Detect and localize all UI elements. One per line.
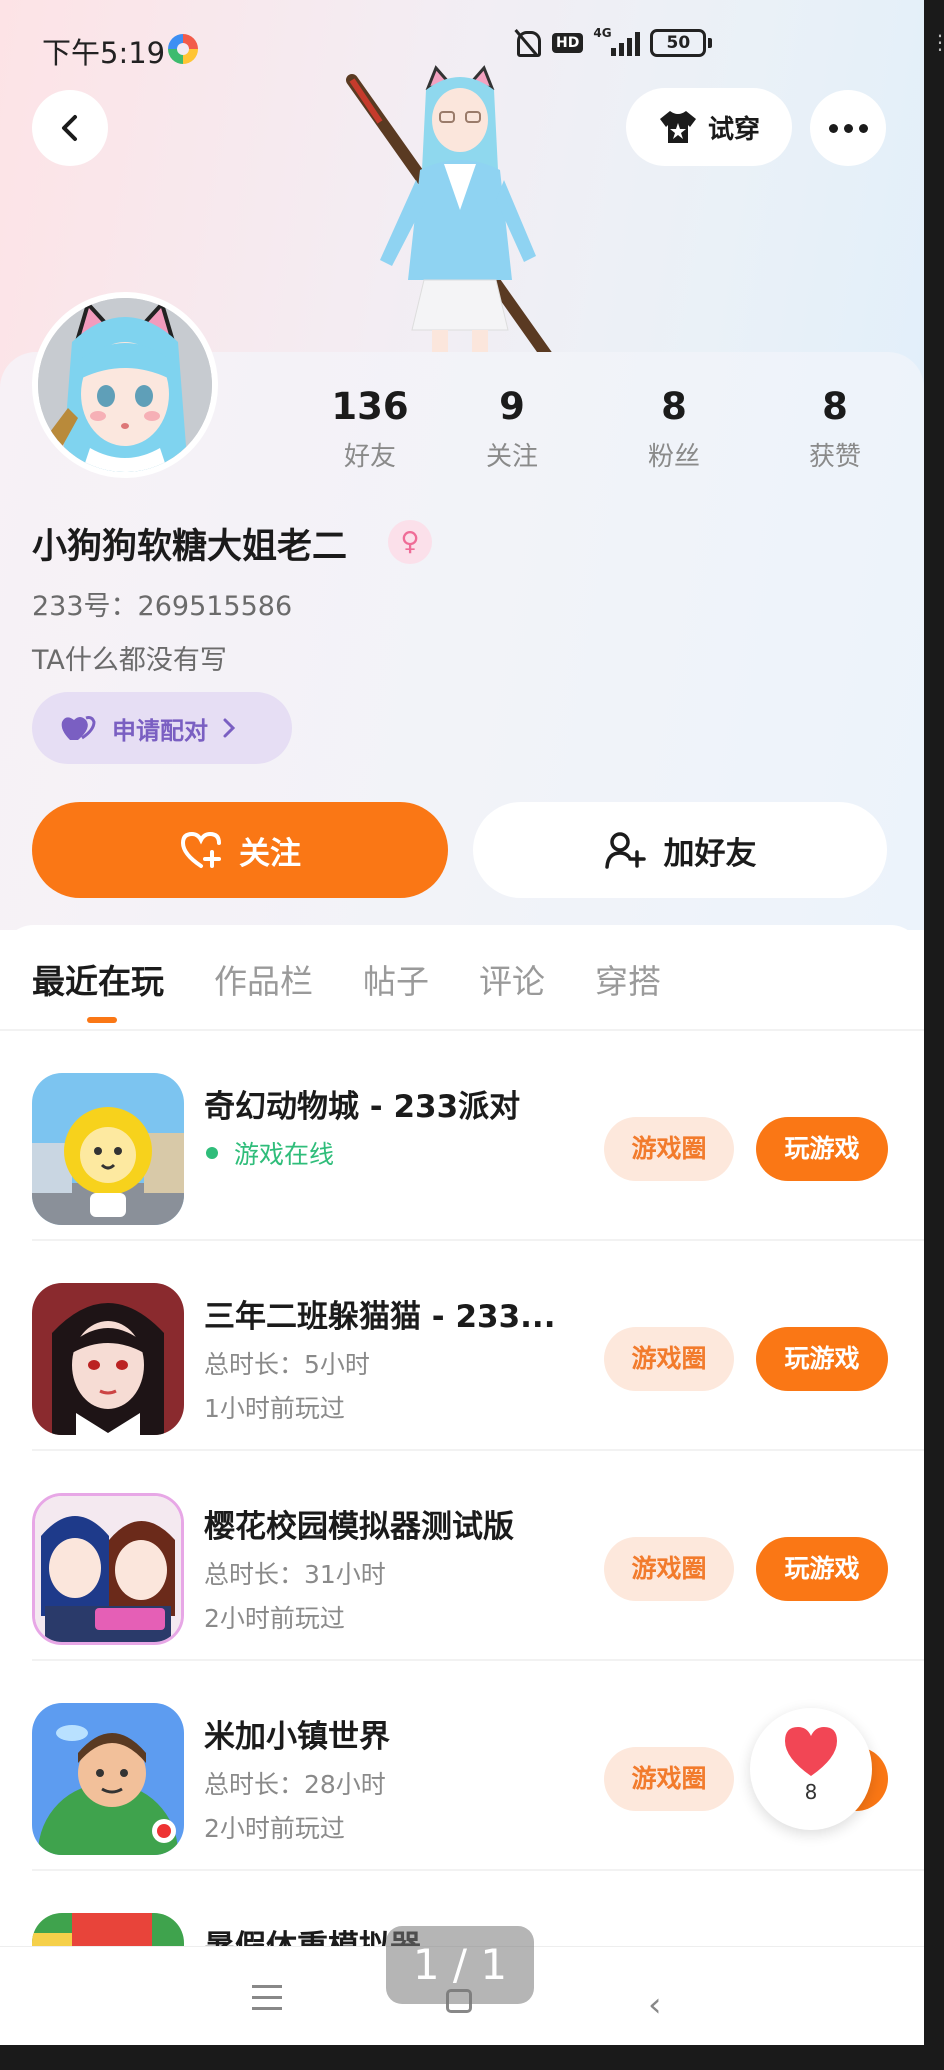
game-icon-miga-town [32, 1703, 184, 1855]
chevron-right-icon [223, 718, 236, 738]
signal-icon: 4G [593, 26, 641, 56]
play-game-button[interactable]: 玩游戏 [756, 1327, 888, 1391]
game-last-played: 2小时前玩过 [204, 1814, 345, 1843]
more-options-button[interactable] [810, 90, 886, 166]
stat-friends[interactable]: 136 好友 [310, 385, 430, 473]
game-title: 奇幻动物城 - 233派对 [204, 1089, 521, 1125]
game-icon-fantasy-zoo [32, 1073, 184, 1225]
game-online-status: 游戏在线 [204, 1135, 334, 1171]
stat-fans-label: 粉丝 [647, 442, 700, 472]
avatar[interactable] [32, 292, 218, 478]
game-title: 三年二班躲猫猫 - 233... [204, 1299, 556, 1335]
avatar-3d-character [346, 65, 556, 360]
add-user-icon [604, 832, 646, 869]
nickname: 小狗狗软糖大姐老二 [32, 527, 348, 567]
content-panel: 最近在玩 作品栏 帖子 评论 穿搭 奇幻动物城 - 233派对 游戏在线 游戏圈… [0, 925, 924, 2045]
bio: TA什么都没有写 [32, 645, 227, 676]
follow-label: 关注 [239, 835, 301, 872]
stat-likes-value: 8 [822, 385, 848, 428]
heart-plus-icon [180, 831, 221, 868]
app-screen: 下午5:19 HD 4G 50 试穿 136 好友 9 关注 8 粉丝 8 获赞… [0, 0, 924, 2045]
floating-like-button[interactable]: 8 [750, 1708, 872, 1830]
hd-icon: HD [552, 33, 584, 53]
stat-following-label: 关注 [485, 442, 538, 472]
stat-friends-value: 136 [331, 385, 409, 428]
mute-bell-icon [512, 28, 542, 58]
status-time: 下午5:19 [42, 36, 166, 70]
profile-tabs: 最近在玩 作品栏 帖子 评论 穿搭 [32, 955, 661, 1023]
heart-icon [785, 1727, 837, 1776]
tab-works[interactable]: 作品栏 [214, 955, 313, 1003]
game-circle-button[interactable]: 游戏圈 [604, 1117, 734, 1181]
game-total-duration: 总时长：5小时 [204, 1350, 370, 1379]
game-total-duration: 总时长：28小时 [204, 1770, 386, 1799]
game-online-label: 游戏在线 [234, 1140, 335, 1169]
game-total-duration: 总时长：31小时 [204, 1560, 386, 1589]
female-gender-icon: ♀ [388, 520, 432, 564]
game-icon-hide-and-seek [32, 1283, 184, 1435]
game-icon-sakura-school [32, 1493, 184, 1645]
game-circle-button[interactable]: 游戏圈 [604, 1747, 734, 1811]
tab-comments[interactable]: 评论 [479, 955, 545, 1003]
avatar-image [38, 298, 212, 472]
game-title: 米加小镇世界 [204, 1719, 390, 1755]
user-id: 233号：269515586 [32, 591, 293, 622]
network-type: 4G [593, 26, 612, 40]
back-nav-icon[interactable]: ‹ [648, 1985, 662, 2025]
page-indicator: 1 / 1 [386, 1926, 534, 2004]
edge-dots: ⋮ [930, 30, 944, 54]
tshirt-icon [659, 111, 696, 143]
tab-outfits[interactable]: 穿搭 [595, 955, 661, 1003]
screen-edge [924, 0, 944, 2070]
request-pair-label: 申请配对 [112, 716, 208, 745]
double-heart-icon [61, 716, 96, 740]
battery-icon: 50 [650, 29, 713, 57]
game-row[interactable]: 三年二班躲猫猫 - 233... 总时长：5小时 1小时前玩过 游戏圈 玩游戏 [0, 1241, 924, 1451]
game-last-played: 1小时前玩过 [204, 1394, 345, 1423]
add-friend-label: 加好友 [663, 835, 757, 872]
play-game-button[interactable]: 玩游戏 [756, 1537, 888, 1601]
more-dots-icon [828, 123, 868, 133]
game-circle-button[interactable]: 游戏圈 [604, 1537, 734, 1601]
chevron-left-icon [62, 115, 77, 141]
game-row[interactable]: 奇幻动物城 - 233派对 游戏在线 游戏圈 玩游戏 [0, 1031, 924, 1241]
try-on-button[interactable]: 试穿 [626, 88, 792, 166]
request-pair-button[interactable]: 申请配对 [32, 692, 292, 764]
play-game-button[interactable]: 玩游戏 [756, 1117, 888, 1181]
stat-fans-value: 8 [661, 385, 687, 428]
stat-likes[interactable]: 8 获赞 [775, 385, 895, 473]
status-icons: HD 4G 50 [512, 26, 713, 58]
game-circle-button[interactable]: 游戏圈 [604, 1327, 734, 1391]
recent-apps-icon[interactable] [252, 1985, 282, 2018]
follow-button[interactable]: 关注 [32, 802, 448, 898]
stat-following-value: 9 [499, 385, 525, 428]
tab-posts[interactable]: 帖子 [363, 955, 429, 1003]
app-notification-icon [168, 34, 198, 64]
tab-recently-played[interactable]: 最近在玩 [32, 955, 164, 1023]
floating-like-count: 8 [804, 1780, 818, 1804]
stat-following[interactable]: 9 关注 [452, 385, 572, 473]
game-last-played: 2小时前玩过 [204, 1604, 345, 1633]
add-friend-button[interactable]: 加好友 [473, 802, 887, 898]
stat-friends-label: 好友 [343, 442, 396, 472]
stat-likes-label: 获赞 [808, 442, 861, 472]
game-row[interactable]: 樱花校园模拟器测试版 总时长：31小时 2小时前玩过 游戏圈 玩游戏 [0, 1451, 924, 1661]
back-button[interactable] [32, 90, 108, 166]
try-on-label: 试穿 [707, 114, 760, 145]
game-title: 樱花校园模拟器测试版 [204, 1509, 514, 1545]
stat-fans[interactable]: 8 粉丝 [614, 385, 734, 473]
